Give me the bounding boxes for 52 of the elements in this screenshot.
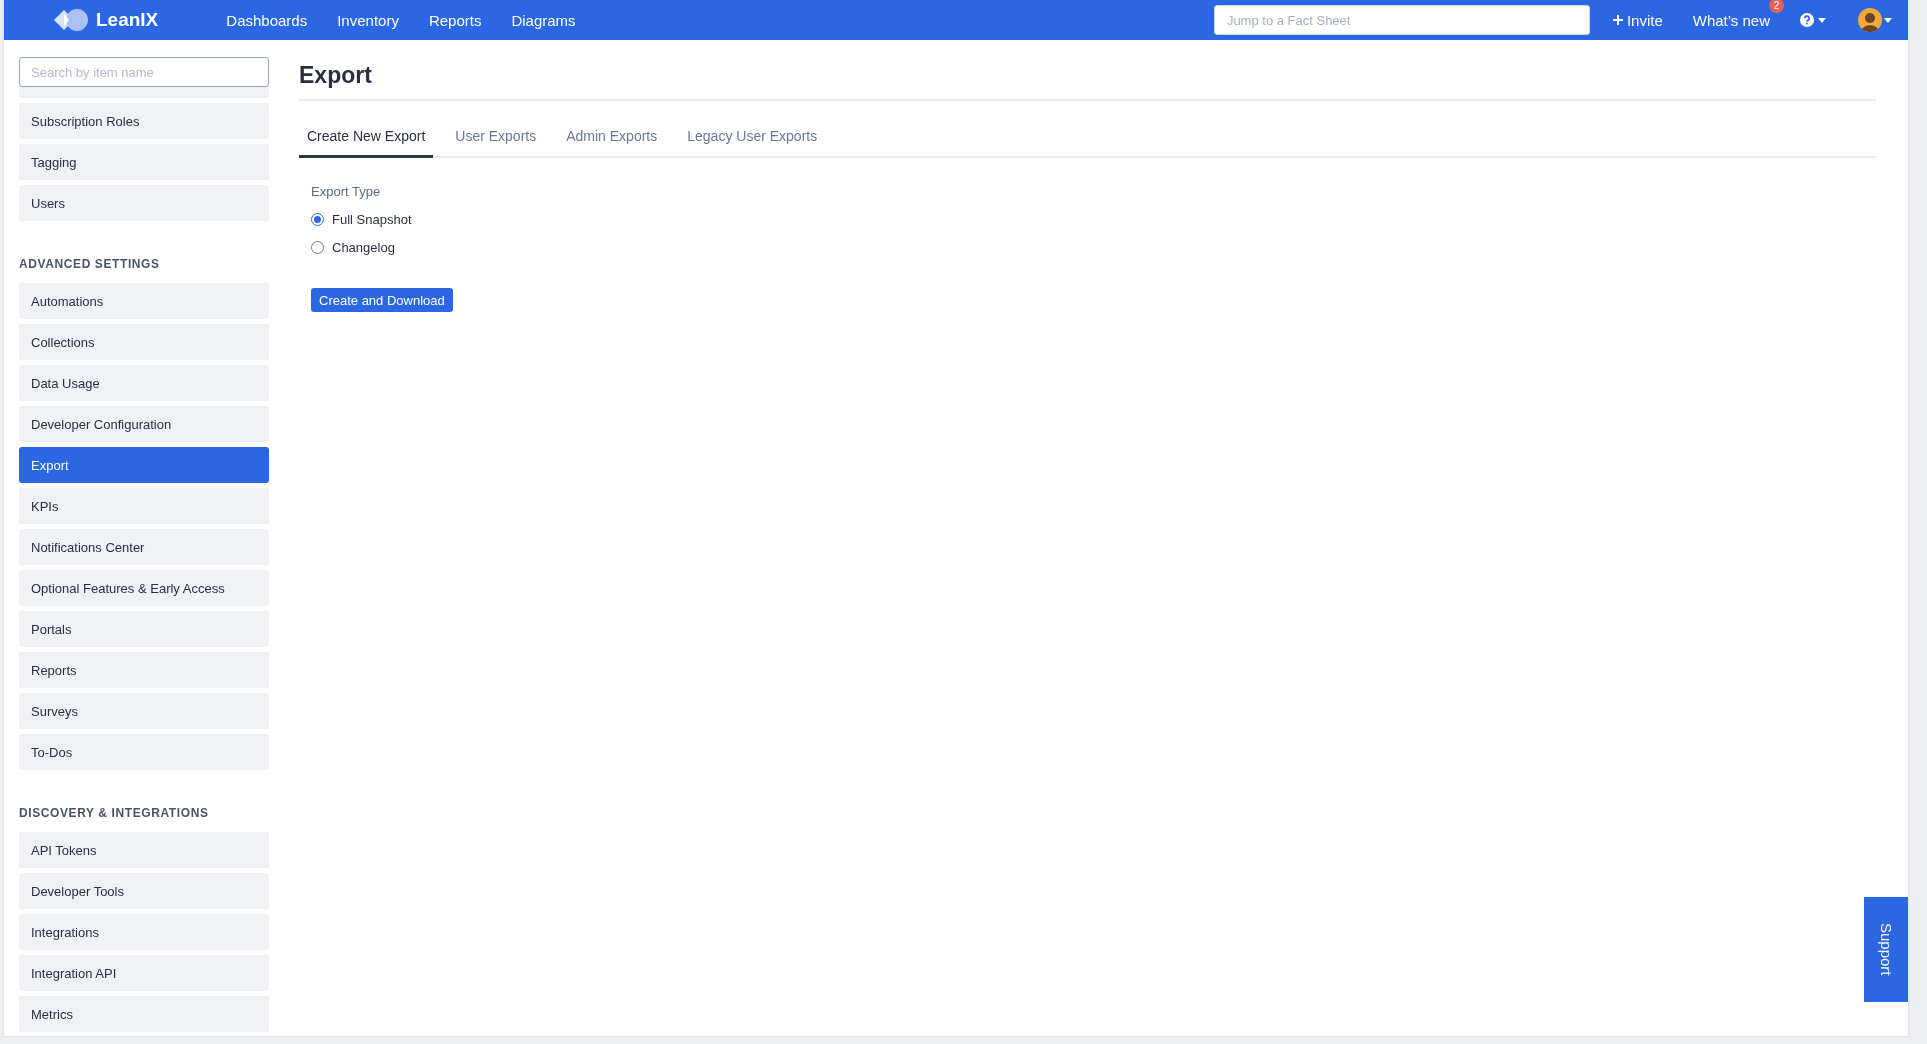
tab[interactable]: User Exports — [447, 117, 545, 158]
nav-link[interactable]: Dashboards — [226, 11, 308, 29]
logo-icon — [52, 8, 90, 32]
section-heading: DISCOVERY & INTEGRATIONS — [19, 806, 210, 820]
page-title: Export — [299, 40, 1876, 101]
radio-button[interactable] — [311, 213, 324, 226]
sidebar-item[interactable]: Integration API — [19, 955, 269, 991]
whats-new-button[interactable]: What’s new — [1692, 11, 1770, 29]
plus-icon — [1611, 14, 1624, 26]
radio-label[interactable]: Changelog — [332, 240, 395, 255]
radio-label[interactable]: Full Snapshot — [332, 212, 412, 227]
sidebar-item[interactable]: Reports — [19, 652, 269, 688]
sidebar-item[interactable]: API Tokens — [19, 832, 269, 868]
tab[interactable]: Legacy User Exports — [679, 117, 826, 158]
tab[interactable]: Create New Export — [299, 117, 434, 158]
section-heading: ADVANCED SETTINGS — [19, 257, 161, 271]
sidebar-item[interactable]: Surveys — [19, 693, 269, 729]
sidebar-item[interactable]: Subscription Roles — [19, 103, 269, 139]
sidebar-item[interactable]: Metrics — [19, 996, 269, 1032]
logo[interactable]: LeanIX — [52, 8, 159, 32]
support-button[interactable]: Support — [1864, 897, 1908, 1002]
field-label: Export Type — [311, 184, 382, 199]
sidebar-item[interactable]: Users — [19, 185, 269, 221]
sidebar-item[interactable]: Developer Tools — [19, 873, 269, 909]
sidebar-item[interactable]: Developer Configuration — [19, 406, 269, 442]
avatar-icon — [1858, 8, 1882, 32]
sidebar-item[interactable]: Notifications Center — [19, 529, 269, 565]
sidebar-item[interactable]: Optional Features & Early Access — [19, 570, 269, 606]
caret-icon — [1818, 17, 1826, 23]
help-button[interactable] — [1800, 13, 1826, 27]
help-icon — [1800, 13, 1814, 27]
sidebar-item[interactable]: Tagging — [19, 144, 269, 180]
sidebar-item[interactable]: KPIs — [19, 488, 269, 524]
caret-icon — [1884, 17, 1892, 23]
nav-link[interactable]: Reports — [428, 11, 482, 29]
nav-link[interactable]: Diagrams — [511, 11, 576, 29]
sidebar-item[interactable]: Integrations — [19, 914, 269, 950]
user-menu-button[interactable] — [1858, 8, 1892, 32]
invite-button[interactable]: Invite — [1611, 11, 1663, 29]
sidebar-item[interactable]: Export — [19, 447, 269, 483]
sidebar-item[interactable]: Automations — [19, 283, 269, 319]
tab[interactable]: Admin Exports — [558, 117, 666, 158]
radio-button[interactable] — [311, 241, 324, 254]
sidebar-item[interactable]: Portals — [19, 611, 269, 647]
fact-sheet-search-field[interactable]: Jump to a Fact Sheet — [1213, 5, 1590, 35]
sidebar-item[interactable]: Data Usage — [19, 365, 269, 401]
sidebar-item[interactable]: To-Dos — [19, 734, 269, 770]
notification-badge: 2 — [1769, 0, 1784, 13]
create-and-download-button[interactable]: Create and Download — [311, 288, 453, 312]
sidebar-item[interactable]: Collections — [19, 324, 269, 360]
nav-link[interactable]: Inventory — [337, 11, 399, 29]
sidebar-search-field[interactable]: Search by item name — [19, 57, 269, 87]
